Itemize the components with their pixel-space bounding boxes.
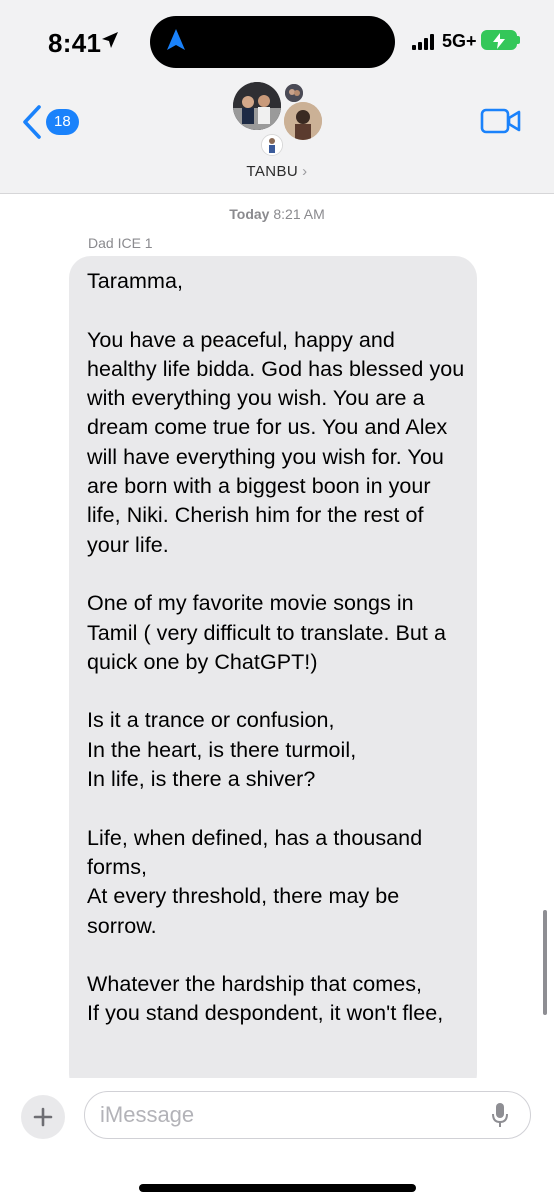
imessage-input[interactable] bbox=[84, 1091, 531, 1139]
microphone-icon[interactable] bbox=[491, 1102, 509, 1128]
group-name-label: TANBU bbox=[246, 163, 299, 180]
video-camera-icon[interactable] bbox=[480, 108, 522, 134]
chevron-left-icon bbox=[23, 105, 41, 139]
sender-name: Dad ICE 1 bbox=[88, 235, 153, 251]
battery-cap bbox=[517, 36, 520, 44]
message-timestamp: Today 8:21 AM bbox=[0, 206, 554, 222]
chevron-right-icon: › bbox=[302, 163, 308, 180]
timestamp-day: Today bbox=[229, 206, 270, 222]
add-attachment-button[interactable] bbox=[21, 1095, 65, 1139]
back-button[interactable]: 18 bbox=[22, 104, 79, 140]
battery-charging-icon bbox=[481, 30, 517, 50]
group-name[interactable]: TANBU › bbox=[0, 163, 554, 180]
timestamp-time: 8:21 AM bbox=[273, 206, 325, 222]
avatar[interactable] bbox=[233, 82, 281, 130]
network-type: 5G+ bbox=[442, 31, 477, 51]
conversation-header: 8:41 5G+ 18 TANBU › bbox=[0, 0, 554, 194]
plus-icon bbox=[33, 1107, 53, 1127]
unread-count-badge: 18 bbox=[46, 109, 79, 135]
message-bubble[interactable]: Taramma, You have a peaceful, happy and … bbox=[69, 256, 477, 1096]
home-indicator[interactable] bbox=[139, 1184, 416, 1192]
dynamic-island bbox=[150, 16, 395, 68]
avatar[interactable] bbox=[261, 134, 283, 156]
avatar[interactable] bbox=[283, 82, 305, 104]
navigation-arrow-icon bbox=[167, 29, 185, 50]
cellular-signal-icon bbox=[412, 34, 438, 50]
scrollbar[interactable] bbox=[543, 910, 547, 1015]
location-arrow-icon bbox=[102, 32, 118, 48]
avatar[interactable] bbox=[284, 102, 322, 140]
status-time: 8:41 bbox=[48, 28, 102, 58]
message-text: Taramma, You have a peaceful, happy and … bbox=[87, 269, 465, 1026]
